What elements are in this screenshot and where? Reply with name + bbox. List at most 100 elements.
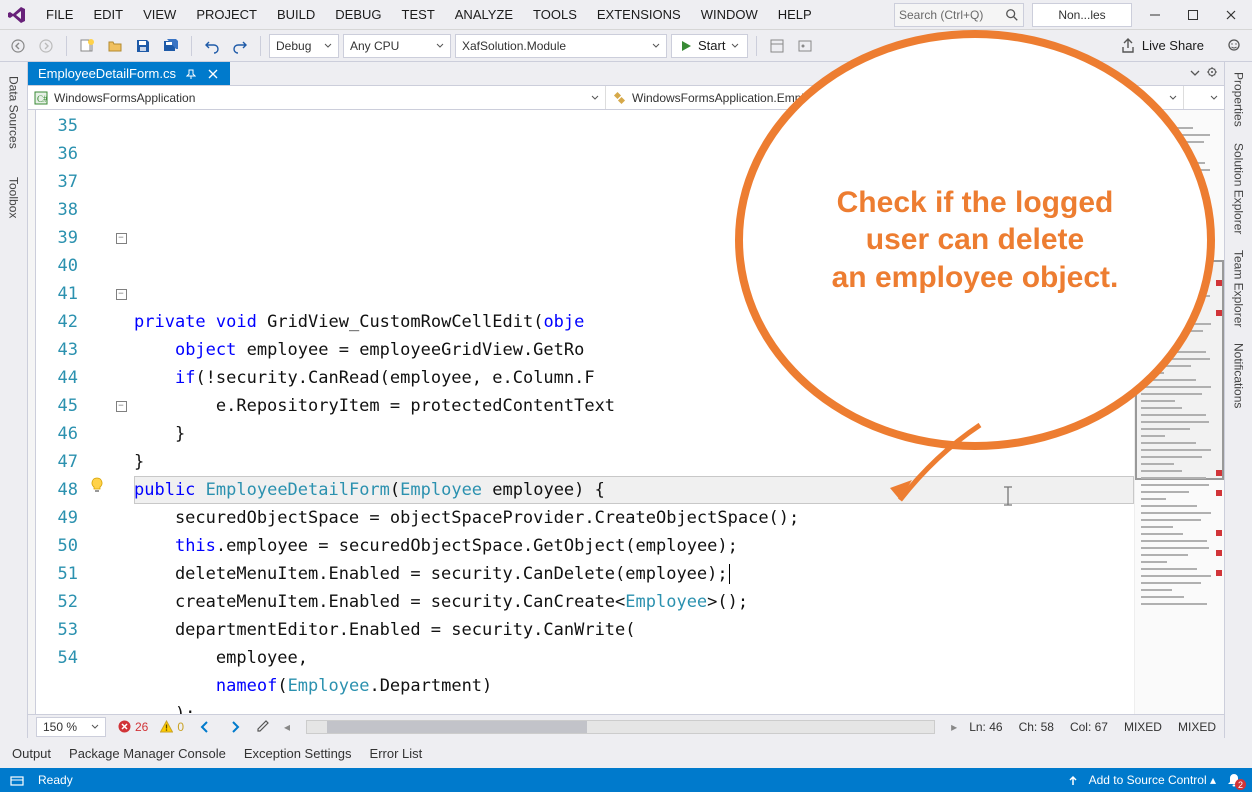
outline-margin[interactable]: − − − (108, 110, 134, 714)
menu-analyze[interactable]: ANALYZE (445, 3, 523, 26)
code-line[interactable]: e.RepositoryItem = protectedContentText (134, 392, 1134, 420)
live-share-button[interactable]: Live Share (1112, 38, 1212, 54)
undo-button[interactable] (200, 34, 224, 58)
feedback-button[interactable] (1222, 34, 1246, 58)
code-line[interactable]: departmentEditor.Enabled = security.CanW… (134, 616, 1134, 644)
right-tool-tabs: Properties Solution Explorer Team Explor… (1224, 62, 1252, 738)
code-line[interactable]: ); (134, 700, 1134, 714)
solution-explorer-tab[interactable]: Solution Explorer (1230, 139, 1248, 238)
code-line[interactable]: securedObjectSpace = objectSpaceProvider… (134, 504, 1134, 532)
code-line[interactable] (134, 224, 1134, 252)
save-all-button[interactable] (159, 34, 183, 58)
menu-build[interactable]: BUILD (267, 3, 325, 26)
code-line[interactable]: this.employee = securedObjectSpace.GetOb… (134, 532, 1134, 560)
code-line[interactable]: if(!security.CanRead(employee, e.Column.… (134, 364, 1134, 392)
lightbulb-icon[interactable] (89, 477, 105, 493)
code-line[interactable]: employee, (134, 644, 1134, 672)
toolbox-tab[interactable]: Toolbox (5, 173, 23, 222)
start-debug-button[interactable]: Start (671, 34, 748, 58)
code-line[interactable]: nameof(Employee.Department) (134, 672, 1134, 700)
add-source-control-button[interactable]: Add to Source Control ▴ (1089, 773, 1216, 787)
redo-button[interactable] (228, 34, 252, 58)
editor-splitter[interactable] (28, 110, 36, 714)
code-line[interactable]: deleteMenuItem.Enabled = security.CanDel… (134, 560, 1134, 588)
document-tab-active[interactable]: EmployeeDetailForm.cs (28, 62, 230, 85)
code-editor[interactable]: 3536373839404142434445464748495051525354… (28, 110, 1224, 714)
team-explorer-tab[interactable]: Team Explorer (1230, 246, 1248, 331)
new-button[interactable] (75, 34, 99, 58)
line-number: 51 (36, 560, 78, 588)
notifications-tab[interactable]: Notifications (1230, 339, 1248, 412)
toolbar-btn-2[interactable] (793, 34, 817, 58)
fold-toggle[interactable]: − (116, 289, 127, 300)
solution-platform-combo[interactable]: Any CPU (343, 34, 451, 58)
toolbar-btn-1[interactable] (765, 34, 789, 58)
line-number: 36 (36, 140, 78, 168)
line-number: 43 (36, 336, 78, 364)
menu-window[interactable]: WINDOW (691, 3, 768, 26)
properties-tab[interactable]: Properties (1230, 68, 1248, 131)
data-sources-tab[interactable]: Data Sources (5, 72, 23, 153)
scroll-right[interactable]: ▸ (951, 720, 957, 734)
code-line[interactable] (134, 280, 1134, 308)
code-text[interactable]: private void GridView_CustomRowCellEdit(… (134, 110, 1134, 714)
pen-icon[interactable] (256, 717, 272, 736)
package-manager-console-tab[interactable]: Package Manager Console (69, 746, 226, 761)
exception-settings-tab[interactable]: Exception Settings (244, 746, 352, 761)
account-button[interactable]: Non...les (1032, 3, 1132, 27)
menu-edit[interactable]: EDIT (83, 3, 133, 26)
code-line[interactable]: } (134, 448, 1134, 476)
nav-prev-issue[interactable] (196, 720, 214, 734)
code-line[interactable]: private void GridView_CustomRowCellEdit(… (134, 308, 1134, 336)
startup-project-combo[interactable]: XafSolution.Module (455, 34, 667, 58)
menu-debug[interactable]: DEBUG (325, 3, 391, 26)
nav-member-combo[interactable] (1184, 86, 1224, 109)
scroll-left[interactable]: ◂ (284, 720, 290, 734)
save-button[interactable] (131, 34, 155, 58)
code-line[interactable]: object employee = employeeGridView.GetRo (134, 336, 1134, 364)
tab-overflow-icon[interactable] (1190, 66, 1200, 81)
nav-next-issue[interactable] (226, 720, 244, 734)
menu-extensions[interactable]: EXTENSIONS (587, 3, 691, 26)
minimap-scrollbar[interactable] (1134, 110, 1224, 714)
solution-config-combo[interactable]: Debug (269, 34, 339, 58)
error-list-tab[interactable]: Error List (370, 746, 423, 761)
nav-class-combo[interactable]: WindowsFormsApplication.EmployeeDetailFo… (606, 86, 1184, 109)
code-navigation-bar: C# WindowsFormsApplication WindowsFormsA… (28, 86, 1224, 110)
fold-toggle[interactable]: − (116, 233, 127, 244)
code-line[interactable]: } (134, 420, 1134, 448)
document-tabs: EmployeeDetailForm.cs (28, 62, 1224, 86)
quick-search-input[interactable]: Search (Ctrl+Q) (894, 3, 1024, 27)
notification-bell[interactable]: 2 (1226, 772, 1242, 788)
menu-view[interactable]: VIEW (133, 3, 186, 26)
pin-icon[interactable] (184, 67, 198, 81)
menu-test[interactable]: TEST (392, 3, 445, 26)
line-number: 45 (36, 392, 78, 420)
code-line[interactable]: createMenuItem.Enabled = security.CanCre… (134, 588, 1134, 616)
nav-back-button[interactable] (6, 34, 30, 58)
close-window-button[interactable] (1216, 3, 1246, 27)
warning-count[interactable]: 0 (160, 720, 184, 734)
error-count[interactable]: 26 (118, 720, 148, 734)
menu-project[interactable]: PROJECT (186, 3, 267, 26)
maximize-button[interactable] (1178, 3, 1208, 27)
menu-tools[interactable]: TOOLS (523, 3, 587, 26)
open-button[interactable] (103, 34, 127, 58)
close-tab-icon[interactable] (206, 67, 220, 81)
nav-project-combo[interactable]: C# WindowsFormsApplication (28, 86, 606, 109)
search-icon (1005, 8, 1019, 22)
line-endings-2: MIXED (1178, 720, 1216, 734)
tool-window-options-icon[interactable] (1206, 66, 1218, 81)
code-line[interactable] (134, 196, 1134, 224)
output-tab[interactable]: Output (12, 746, 51, 761)
minimize-button[interactable] (1140, 3, 1170, 27)
zoom-combo[interactable]: 150 % (36, 717, 106, 737)
code-line[interactable] (134, 252, 1134, 280)
menu-file[interactable]: FILE (36, 3, 83, 26)
cursor-col: Col: 67 (1070, 720, 1108, 734)
code-line[interactable]: public EmployeeDetailForm(Employee emplo… (134, 476, 1134, 504)
nav-forward-button[interactable] (34, 34, 58, 58)
editor-hscroll[interactable] (306, 720, 935, 734)
fold-toggle[interactable]: − (116, 401, 127, 412)
menu-help[interactable]: HELP (768, 3, 822, 26)
